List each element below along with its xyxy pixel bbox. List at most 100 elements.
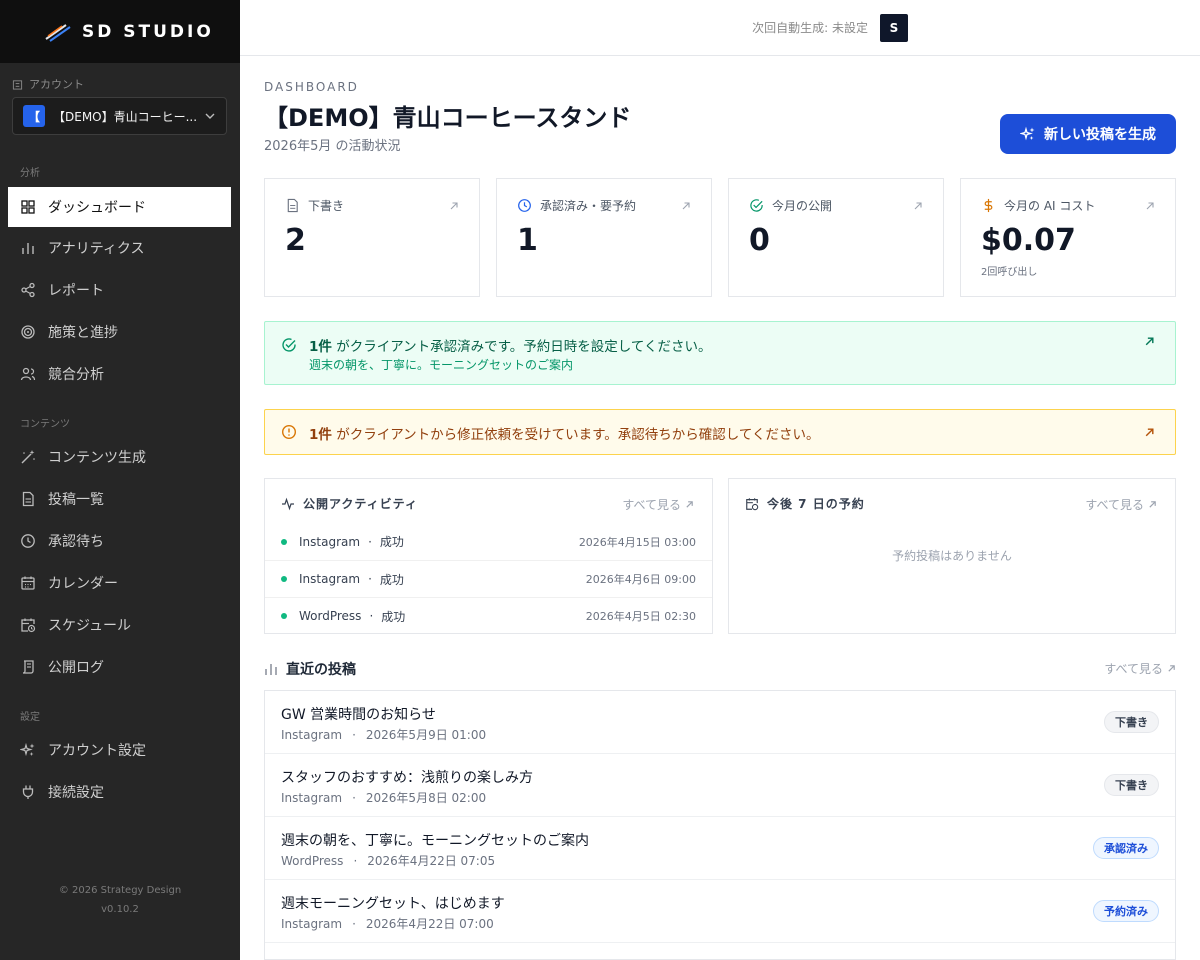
calendar-clock-icon — [21, 618, 36, 633]
activity-service: Instagram — [299, 534, 361, 549]
sidebar-item-schedule[interactable]: スケジュール — [8, 605, 231, 645]
separator: · — [369, 609, 374, 623]
stat-label: 今月の AI コスト — [1004, 199, 1096, 213]
auto-generate-status: 次回自動生成: 未設定 — [752, 21, 868, 35]
sidebar-item-label: スケジュール — [48, 618, 132, 634]
approved-alert-message: がクライアント承認済みです。予約日時を設定してください。 — [331, 339, 712, 355]
stat-card-published[interactable]: 今月の公開 0 — [728, 178, 944, 297]
stat-subtext: 2回呼び出し — [981, 267, 1038, 278]
activity-row[interactable]: Instagram · 成功 2026年4月6日 09:00 — [265, 560, 712, 597]
revision-alert-banner[interactable]: 1件 がクライアントから修正依頼を受けています。承認待ちから確認してください。 — [264, 409, 1176, 455]
avatar[interactable]: S — [880, 14, 908, 42]
list-item[interactable]: スタッフのおすすめ：浅煎りの楽しみ方 Instagram · 2026年5月8日 0… — [265, 754, 1175, 817]
activity-see-all-link[interactable]: すべて見る — [622, 496, 694, 513]
sidebar-item-connections[interactable]: 接続設定 — [8, 772, 231, 812]
list-item[interactable]: GW 営業時間のお知らせ Instagram · 2026年5月9日 01:00 下… — [265, 691, 1175, 754]
generate-post-button[interactable]: 新しい投稿を生成 — [1000, 114, 1176, 154]
page-title: 【DEMO】青山コーヒースタンド — [264, 104, 632, 132]
file-icon — [22, 491, 34, 507]
activity-status: 成功 — [379, 572, 404, 587]
clock-icon — [21, 534, 35, 548]
nav-section-content: コンテンツ — [20, 419, 70, 430]
post-title: 週末モーニングセット、はじめます — [281, 896, 505, 912]
sidebar-item-label: アカウント設定 — [48, 743, 146, 759]
publish-activity-panel: 公開アクティビティ すべて見る Instagram · 成功 2026年4月15日 … — [264, 478, 713, 634]
activity-row[interactable]: WordPress · 成功 2026年4月5日 02:30 — [265, 597, 712, 634]
brand-logo-icon — [45, 23, 71, 42]
sidebar-item-pending-approval[interactable]: 承認待ち — [8, 521, 231, 561]
activity-status: 成功 — [379, 535, 404, 549]
sidebar-item-label: 接続設定 — [48, 785, 104, 801]
sidebar-item-reports[interactable]: レポート — [8, 270, 231, 310]
separator: · — [368, 572, 372, 586]
recent-title: 直近の投稿 — [286, 662, 356, 678]
stat-value: 1 — [517, 223, 538, 258]
sidebar-item-label: コンテンツ生成 — [48, 450, 146, 466]
activity-time: 2026年4月5日 02:30 — [585, 610, 696, 623]
wand-icon — [21, 450, 35, 464]
file-icon — [287, 198, 298, 213]
upcoming-see-all-link[interactable]: すべて見る — [1085, 496, 1157, 513]
sidebar-item-competitors[interactable]: 競合分析 — [8, 354, 231, 394]
post-date: 2026年4月22日 07:00 — [365, 917, 494, 931]
sidebar-item-content-generation[interactable]: コンテンツ生成 — [8, 437, 231, 477]
post-meta: Instagram · 2026年5月8日 02:00 — [281, 789, 486, 806]
sidebar-item-initiatives[interactable]: 施策と進捗 — [8, 312, 231, 352]
approved-alert-post[interactable]: 週末の朝を、丁寧に。モーニングセットのご案内 — [309, 356, 573, 373]
sidebar-item-dashboard[interactable]: ダッシュボード — [8, 187, 231, 227]
sidebar-item-posts[interactable]: 投稿一覧 — [8, 479, 231, 519]
activity-status: 成功 — [381, 609, 406, 624]
sidebar-item-label: 公開ログ — [48, 660, 104, 676]
generate-post-label: 新しい投稿を生成 — [1044, 127, 1156, 143]
success-dot-icon — [281, 576, 287, 582]
sidebar: SD STUDIO アカウント 【 【DEMO】青山コーヒー... 分析 ダッシ… — [0, 0, 240, 960]
copyright: © 2026 Strategy Design — [58, 885, 182, 896]
account-switcher[interactable]: 【 【DEMO】青山コーヒー... — [12, 97, 227, 135]
stat-card-drafts[interactable]: 下書き 2 — [264, 178, 480, 297]
separator: · — [352, 917, 356, 931]
stat-value: $0.07 — [981, 223, 1076, 258]
status-badge: 下書き — [1104, 711, 1159, 733]
approved-alert-banner[interactable]: 1件 がクライアント承認済みです。予約日時を設定してください。 週末の朝を、丁寧… — [264, 321, 1176, 385]
sidebar-item-account-settings[interactable]: アカウント設定 — [8, 730, 231, 770]
stat-card-approved[interactable]: 承認済み・要予約 1 — [496, 178, 712, 297]
post-channel: Instagram — [281, 728, 343, 742]
plug-icon — [22, 785, 34, 799]
brand[interactable]: SD STUDIO — [0, 0, 240, 63]
sidebar-item-calendar[interactable]: カレンダー — [8, 563, 231, 603]
sparkle-icon — [20, 742, 35, 757]
stat-card-ai-cost[interactable]: 今月の AI コスト $0.07 2回呼び出し — [960, 178, 1176, 297]
panel-title: 今後 7 日の予約 — [767, 497, 865, 511]
success-dot-icon — [281, 538, 287, 545]
arrow-up-right-icon — [450, 202, 458, 210]
post-channel: Instagram — [281, 791, 343, 805]
chevron-down-icon — [205, 113, 215, 119]
stat-label: 下書き — [308, 199, 345, 213]
post-title: スタッフのおすすめ：浅煎りの楽しみ方 — [281, 770, 533, 786]
post-meta: Instagram · 2026年4月22日 07:00 — [281, 915, 494, 932]
success-dot-icon — [281, 613, 287, 619]
separator: · — [368, 534, 372, 549]
revision-alert-message: がクライアントから修正依頼を受けています。承認待ちから確認してください。 — [331, 427, 820, 443]
sidebar-item-label: 投稿一覧 — [48, 492, 104, 508]
version: v0.10.2 — [101, 904, 139, 915]
recent-posts-heading: 直近の投稿 — [264, 659, 356, 679]
arrow-up-right-icon — [1145, 337, 1154, 346]
activity-icon — [282, 497, 294, 510]
arrow-up-right-icon — [686, 501, 693, 508]
list-item[interactable]: 週末の朝を、丁寧に。モーニングセットのご案内 WordPress · 2026年4月… — [265, 817, 1175, 880]
account-badge: 【 — [23, 105, 45, 127]
post-title: GW 営業時間のお知らせ — [281, 707, 436, 723]
recent-see-all-link[interactable]: すべて見る — [1104, 660, 1176, 677]
list-item[interactable]: 週末モーニングセット、はじめます Instagram · 2026年4月22日 07… — [265, 880, 1175, 943]
dollar-icon — [984, 198, 993, 213]
sidebar-item-analytics[interactable]: アナリティクス — [8, 228, 231, 268]
separator: · — [352, 728, 356, 742]
sparkle-icon — [1020, 126, 1035, 141]
post-date: 2026年4月22日 07:05 — [367, 854, 496, 868]
stat-label: 今月の公開 — [772, 199, 833, 213]
sidebar-item-publish-log[interactable]: 公開ログ — [8, 647, 231, 687]
activity-row[interactable]: Instagram · 成功 2026年4月15日 03:00 — [265, 523, 712, 560]
post-date: 2026年5月9日 01:00 — [365, 728, 487, 742]
recent-posts-list: GW 営業時間のお知らせ Instagram · 2026年5月9日 01:00 下… — [264, 690, 1176, 960]
